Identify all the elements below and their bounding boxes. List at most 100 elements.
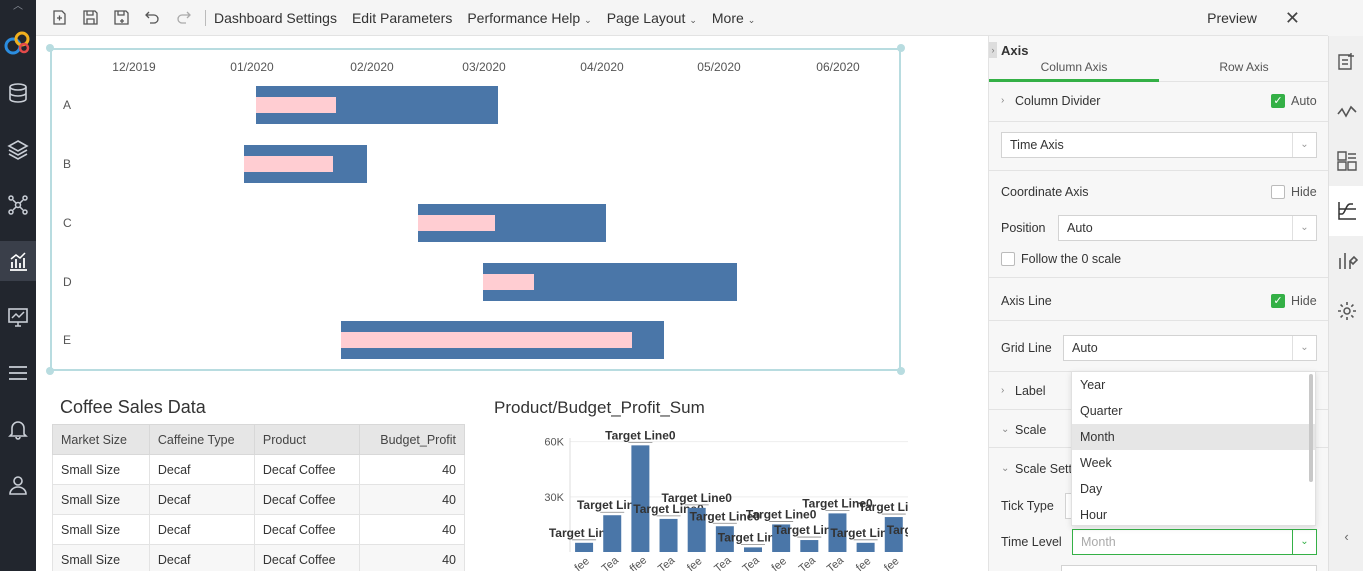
time-level-select[interactable]: Month ⌄	[1072, 529, 1317, 555]
add-component-icon[interactable]	[1329, 36, 1363, 86]
table-row: Small Size Decaf Decaf Coffee 40	[52, 514, 466, 545]
column-header[interactable]: Caffeine Type	[148, 424, 255, 455]
bell-icon[interactable]	[0, 409, 36, 449]
bar-category-label: Tea	[797, 554, 819, 571]
dashboard-settings-menu[interactable]: Dashboard Settings	[214, 10, 337, 26]
grid-line-select[interactable]: Auto ⌄	[1063, 335, 1317, 361]
axis-icon[interactable]	[1329, 186, 1363, 236]
scale-section-title: Scale	[1015, 423, 1047, 437]
chevron-down-icon[interactable]: ⌄	[1001, 424, 1009, 435]
follow-zero-checkbox[interactable]	[1001, 252, 1015, 266]
axis-line-hide-checkbox[interactable]: ✓	[1271, 294, 1285, 308]
column-header[interactable]: Budget_Profit	[358, 424, 466, 455]
table-cell: Decaf Coffee	[253, 544, 360, 571]
page-layout-label: Page Layout	[606, 9, 686, 26]
column-header[interactable]: Product	[253, 424, 360, 455]
new-file-icon[interactable]	[44, 0, 75, 36]
dropdown-option-quarter[interactable]: Quarter	[1072, 398, 1315, 424]
axis-tabs: Column Axis Row Axis	[989, 62, 1329, 82]
gantt-month-label: 01/2020	[230, 60, 274, 74]
chevron-down-icon: ⌄	[1292, 133, 1316, 157]
target-line-label: Target Line0	[661, 491, 732, 505]
dropdown-option-month[interactable]: Month	[1072, 424, 1315, 450]
gantt-widget[interactable]: 12/2019 01/2020 02/2020 03/2020 04/2020 05/20…	[50, 48, 901, 371]
bar-mark	[603, 515, 622, 552]
bar-mark	[800, 540, 819, 552]
table-cell: 40	[358, 514, 466, 545]
more-menu[interactable]: More ⌄	[712, 10, 755, 26]
gantt-month-label: 03/2020	[462, 60, 506, 74]
hide-label: Hide	[1291, 185, 1317, 199]
network-icon[interactable]	[0, 185, 36, 225]
app-root: ︿ ›	[0, 0, 1363, 571]
time-level-dropdown: Year Quarter Month Week Day Hour	[1071, 371, 1316, 526]
save-icon[interactable]	[75, 0, 106, 36]
gantt-month-label: 04/2020	[580, 60, 624, 74]
axis-type-select[interactable]: Time Axis ⌄	[1001, 132, 1317, 158]
chevron-down-icon: ⌄	[1292, 336, 1316, 360]
bar-category-label: fee	[882, 555, 901, 571]
chevron-right-icon[interactable]: ›	[1001, 385, 1004, 396]
resize-handle[interactable]	[46, 367, 54, 375]
bar-mark	[631, 445, 650, 552]
dashboard-canvas: 12/2019 01/2020 02/2020 03/2020 04/2020 05/20…	[36, 36, 988, 571]
bar-analysis-icon[interactable]	[1329, 236, 1363, 286]
monitor-chart-icon[interactable]	[0, 297, 36, 337]
dropdown-option-day[interactable]: Day	[1072, 476, 1315, 502]
layers-icon[interactable]	[0, 129, 36, 169]
page-layout-menu[interactable]: Page Layout ⌄	[607, 10, 697, 26]
performance-help-menu[interactable]: Performance Help ⌄	[467, 10, 591, 26]
performance-help-label: Performance Help	[467, 9, 581, 26]
dropdown-option-week[interactable]: Week	[1072, 450, 1315, 476]
gantt-chart: 12/2019 01/2020 02/2020 03/2020 04/2020 05/20…	[63, 60, 860, 359]
target-line-label: Target Line0	[859, 500, 908, 514]
edit-parameters-menu[interactable]: Edit Parameters	[352, 10, 452, 26]
tab-row-axis[interactable]: Row Axis	[1159, 62, 1329, 82]
line-chart-icon[interactable]	[1329, 86, 1363, 136]
gantt-plan-bar	[483, 274, 534, 290]
panel-collapse-handle[interactable]: ›	[989, 42, 997, 58]
table-row: Small Size Decaf Decaf Coffee 40	[52, 454, 466, 485]
save-as-icon[interactable]	[106, 0, 137, 36]
dropdown-option-year[interactable]: Year	[1072, 372, 1315, 398]
chevron-up-icon[interactable]: ︿	[0, 0, 36, 14]
toolbar-right: Preview ✕	[1207, 0, 1300, 36]
partial-select[interactable]	[1061, 565, 1317, 571]
gantt-plan-bar	[256, 97, 336, 113]
redo-icon[interactable]	[168, 0, 199, 36]
table-row: Small Size Decaf Decaf Coffee 40	[52, 484, 466, 515]
position-select[interactable]: Auto ⌄	[1058, 215, 1317, 241]
table-cell: 40	[358, 544, 466, 571]
dropdown-option-hour[interactable]: Hour	[1072, 502, 1315, 528]
chevron-down-icon: ⌄	[584, 14, 592, 25]
chevron-down-icon[interactable]: ⌄	[1001, 463, 1009, 474]
dropdown-scrollbar[interactable]	[1309, 374, 1313, 482]
chevron-right-icon[interactable]: ›	[1001, 95, 1004, 106]
coordinate-axis-hide-checkbox[interactable]	[1271, 185, 1285, 199]
grid-line-value: Auto	[1072, 341, 1098, 355]
resize-handle[interactable]	[46, 44, 54, 52]
close-icon[interactable]: ✕	[1285, 8, 1300, 29]
database-icon[interactable]	[0, 73, 36, 113]
grid-line-label: Grid Line	[1001, 341, 1052, 355]
chevron-left-icon[interactable]: ‹	[1329, 521, 1363, 551]
resize-handle[interactable]	[897, 44, 905, 52]
menu-icon[interactable]	[0, 353, 36, 393]
gear-icon[interactable]	[1329, 286, 1363, 336]
gantt-row-label: E	[63, 333, 71, 347]
chevron-down-icon: ⌄	[689, 14, 697, 25]
undo-icon[interactable]	[137, 0, 168, 36]
table-cell: Decaf Coffee	[253, 484, 360, 515]
bar-ytick-label: 30K	[544, 492, 564, 504]
column-header[interactable]: Market Size	[52, 424, 150, 455]
tab-column-axis[interactable]: Column Axis	[989, 62, 1159, 82]
preview-button[interactable]: Preview	[1207, 10, 1257, 26]
user-icon[interactable]	[0, 465, 36, 505]
toolbar-separator	[205, 9, 206, 26]
grid-layout-icon[interactable]	[1329, 136, 1363, 186]
resize-handle[interactable]	[897, 367, 905, 375]
position-label: Position	[1001, 221, 1046, 235]
gantt-row-label: D	[63, 275, 72, 289]
analysis-chart-icon[interactable]	[0, 241, 36, 281]
column-divider-auto-checkbox[interactable]: ✓	[1271, 94, 1285, 108]
